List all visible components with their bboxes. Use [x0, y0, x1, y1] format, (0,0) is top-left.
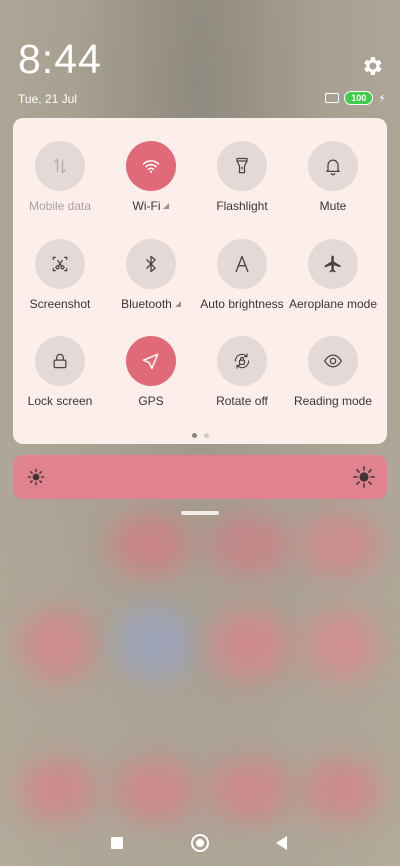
quick-settings-panel: Mobile data Wi-Fi Flashlight Mute Screenshot… [13, 118, 387, 444]
tile-toggle[interactable] [35, 239, 85, 289]
tile-label: Bluetooth [121, 297, 181, 311]
tile-auto-brightness[interactable]: Auto brightness [196, 239, 288, 311]
tile-mobile-data[interactable]: Mobile data [14, 141, 106, 213]
tile-lock-screen[interactable]: Lock screen [14, 336, 106, 408]
tile-label: Mobile data [29, 199, 91, 213]
wifi-icon [142, 160, 160, 173]
tile-toggle[interactable] [217, 141, 267, 191]
tile-label-text: Flashlight [216, 199, 268, 213]
tile-toggle[interactable] [308, 239, 358, 289]
tile-toggle[interactable] [126, 141, 176, 191]
airplane-icon [324, 255, 341, 273]
tile-flashlight[interactable]: Flashlight [196, 141, 288, 213]
tile-toggle[interactable] [126, 239, 176, 289]
tile-label: Mute [320, 199, 347, 213]
mobile-data-icon [54, 158, 66, 174]
page-indicator [13, 433, 387, 438]
tile-label-text: GPS [138, 394, 164, 408]
tile-label: Flashlight [216, 199, 267, 213]
screenshot-icon [52, 256, 68, 272]
tile-reading-mode[interactable]: Reading mode [287, 336, 379, 408]
tile-gps[interactable]: GPS [105, 336, 197, 408]
tile-label: Aeroplane mode [289, 297, 377, 311]
tile-toggle[interactable] [217, 336, 267, 386]
tile-aeroplane-mode[interactable]: Aeroplane mode [287, 239, 379, 311]
tile-label: Lock screen [28, 394, 93, 408]
tile-toggle[interactable] [308, 336, 358, 386]
lock-icon [53, 353, 67, 369]
tile-label-text: Screenshot [29, 297, 91, 311]
tile-toggle[interactable] [126, 336, 176, 386]
tile-toggle[interactable] [308, 141, 358, 191]
tile-mute[interactable]: Mute [287, 141, 379, 213]
expand-indicator-icon[interactable] [163, 203, 170, 209]
rotate-lock-icon [234, 353, 250, 369]
brightness-low-icon [27, 468, 45, 486]
home-button[interactable] [191, 834, 209, 852]
no-sim-icon [325, 93, 340, 103]
expand-indicator-icon[interactable] [174, 301, 181, 307]
bell-icon [326, 159, 340, 176]
tile-label-text: Lock screen [27, 394, 93, 408]
tile-label-text: Wi-Fi [132, 199, 161, 213]
tile-label: Auto brightness [200, 297, 283, 311]
tile-label-text: Bluetooth [121, 297, 172, 311]
page-dot-1[interactable] [191, 433, 197, 438]
bluetooth-icon [146, 255, 156, 273]
location-arrow-icon [142, 353, 159, 370]
tile-label: Reading mode [294, 394, 372, 408]
date: Tue, 21 Jul [18, 92, 77, 106]
brightness-slider[interactable] [13, 455, 387, 499]
tile-bluetooth[interactable]: Bluetooth [105, 239, 197, 311]
back-button[interactable] [276, 836, 287, 850]
page-dot-2[interactable] [203, 433, 209, 438]
eye-icon [323, 354, 343, 368]
clock: 8:44 [18, 36, 102, 82]
status-icons: 100 ⚡ [325, 91, 386, 105]
charging-icon: ⚡ [378, 92, 386, 105]
tile-toggle[interactable] [35, 336, 85, 386]
auto-brightness-icon [235, 255, 249, 273]
tile-label: Rotate off [216, 394, 268, 408]
battery-icon: 100 [344, 91, 374, 105]
drag-handle[interactable] [181, 511, 219, 515]
tile-label-text: Reading mode [293, 394, 373, 408]
tile-label: Wi-Fi [133, 199, 170, 213]
navigation-bar [0, 830, 400, 856]
tile-label-text: Rotate off [216, 394, 268, 408]
flashlight-icon [236, 157, 248, 174]
tile-wi-fi[interactable]: Wi-Fi [105, 141, 197, 213]
brightness-high-icon [353, 466, 375, 488]
tile-toggle[interactable] [217, 239, 267, 289]
recents-button[interactable] [111, 837, 123, 849]
tile-screenshot[interactable]: Screenshot [14, 239, 106, 311]
tile-label: Screenshot [30, 297, 91, 311]
gear-icon[interactable] [360, 54, 384, 78]
tile-rotate-off[interactable]: Rotate off [196, 336, 288, 408]
tile-toggle[interactable] [35, 141, 85, 191]
tile-label-text: Mute [319, 199, 347, 213]
tile-label-text: Mobile data [28, 199, 92, 213]
tile-label: GPS [138, 394, 163, 408]
tile-label-text: Auto brightness [200, 297, 284, 311]
tile-label-text: Aeroplane mode [288, 297, 378, 311]
